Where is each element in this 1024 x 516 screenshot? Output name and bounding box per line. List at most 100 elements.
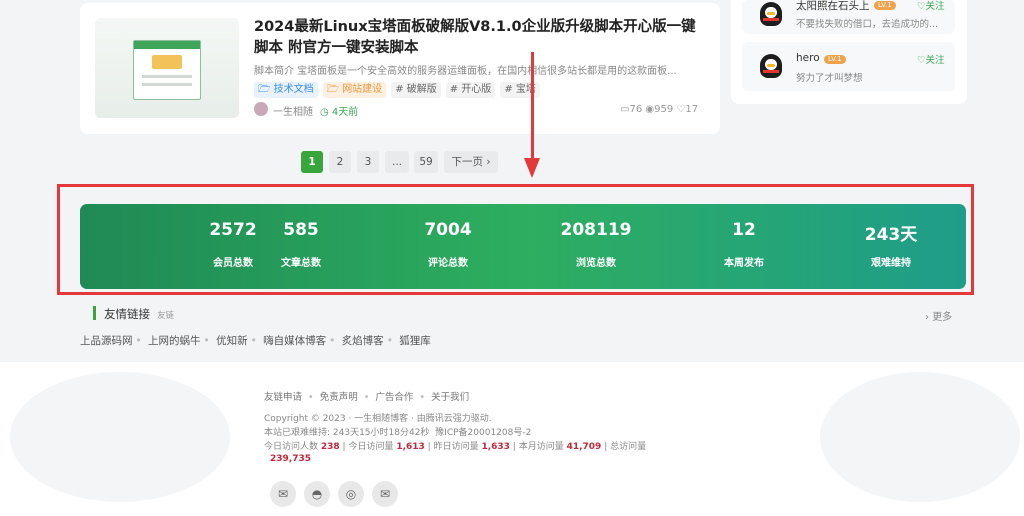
tag-label: 技术文档: [273, 84, 314, 95]
avatar-beak: [767, 12, 775, 15]
user-avatar[interactable]: [760, 2, 782, 26]
separator: •: [203, 335, 210, 347]
uptime-text: 本站已艰难维持: 243天15小时18分42秒: [264, 428, 430, 438]
footer-decoration: [10, 372, 230, 502]
more-label: 更多: [932, 312, 953, 323]
author-name[interactable]: 一生相随: [273, 103, 313, 118]
footer-link[interactable]: 关于我们: [431, 392, 469, 403]
page-2[interactable]: 2: [329, 151, 351, 173]
visit-label: 本月访问量: [518, 442, 564, 452]
separator: •: [250, 335, 257, 347]
follow-button[interactable]: ♡关注: [917, 52, 945, 66]
post-tags: 🗁 技术文档 🗁 网站建设 # 破解版 # 开心版 # 宝塔: [254, 82, 540, 98]
post-time-text: 4天前: [331, 107, 359, 118]
avatar-scarf: [763, 70, 779, 73]
thumbnail-logo: [152, 55, 182, 69]
tag-happy[interactable]: # 开心版: [445, 82, 496, 98]
follow-label: 关注: [925, 55, 945, 66]
footer-decoration: [820, 372, 1020, 502]
avatar-scarf: [763, 18, 779, 21]
footer-link[interactable]: 免责声明: [320, 392, 358, 403]
section-marker: [93, 306, 96, 320]
separator: •: [419, 392, 426, 403]
tag-tech-docs[interactable]: 🗁 技术文档: [254, 82, 318, 98]
separator: •: [308, 392, 314, 403]
follow-label: 关注: [925, 1, 945, 12]
next-page-label: 下一页: [451, 156, 483, 168]
friend-link[interactable]: 上品源码网: [80, 335, 133, 347]
friend-links-subtitle: 友链: [157, 311, 175, 321]
post-stats: ▭76 ◉959 ♡17: [620, 104, 698, 115]
visit-value: 238: [320, 442, 340, 452]
thumbnail-dialog-header: [134, 41, 200, 49]
footer-link[interactable]: 广告合作: [375, 392, 413, 403]
next-page-button[interactable]: 下一页 ›: [444, 151, 498, 173]
view-icon: ◉: [645, 104, 655, 115]
footer-link[interactable]: 友链申请: [264, 392, 302, 403]
annotation-arrow-head: [524, 158, 540, 178]
separator: •: [363, 392, 370, 403]
weibo-icon[interactable]: ◎: [338, 481, 364, 507]
visit-value: 239,735: [270, 454, 311, 464]
footer-links: 友链申请 • 免责声明 • 广告合作 • 关于我们: [264, 389, 469, 403]
visit-value: 1,633: [481, 442, 510, 452]
mail-icon[interactable]: ✉: [372, 481, 398, 507]
user-desc: 努力了才叫梦想: [796, 73, 863, 84]
annotation-arrow-line: [531, 52, 534, 162]
annotation-highlight-box: [57, 184, 974, 295]
thumbnail-line: [142, 83, 192, 86]
friend-link[interactable]: 优知新: [216, 335, 248, 347]
wechat-icon[interactable]: ✉: [270, 481, 296, 507]
comment-count: 76: [629, 104, 643, 115]
tag-cracked[interactable]: # 破解版: [391, 82, 441, 98]
user-desc: 不要找失败的借口，去追成功的...: [796, 19, 939, 30]
separator: •: [386, 335, 393, 347]
visit-value: 1,613: [396, 442, 425, 452]
post-title[interactable]: 2024最新Linux宝塔面板破解版V8.1.0企业版升级脚本开心版一键脚本 附…: [254, 17, 706, 59]
icp-link[interactable]: 豫ICP备20001208号-2: [435, 428, 531, 438]
visit-label: 今日访问人数: [264, 442, 319, 452]
qq-icon[interactable]: ◓: [304, 481, 330, 507]
level-badge: LV.1: [824, 55, 846, 64]
chevron-right-icon: ›: [486, 156, 491, 168]
author-avatar[interactable]: [254, 102, 268, 116]
post-excerpt: 脚本简介 宝塔面板是一个安全高效的服务器运维面板，在国内相信很多站长都是用的这款…: [254, 66, 677, 77]
avatar-beak: [767, 64, 775, 67]
page-1[interactable]: 1: [301, 151, 323, 173]
tag-website[interactable]: 🗁 网站建设: [322, 82, 387, 98]
like-icon: ♡: [676, 104, 686, 115]
separator: •: [135, 335, 142, 347]
thumbnail-line: [142, 75, 192, 78]
friend-links-list: 上品源码网 • 上网的蜗牛 • 优知新 • 嗨自媒体博客 • 炙焰博客 • 狐狸库: [80, 333, 431, 348]
chevron-right-icon: ›: [925, 312, 929, 323]
page-ellipsis: ...: [385, 151, 409, 173]
more-link[interactable]: › 更多: [925, 308, 952, 323]
user-name[interactable]: 太阳照在石头上: [796, 0, 870, 13]
thumbnail-dialog: [133, 40, 201, 100]
friend-links-title: 友情链接: [104, 307, 150, 321]
visit-stats: 今日访问人数 238 | 今日访问量 1,613 | 昨日访问量 1,633 |…: [264, 442, 647, 452]
friend-link[interactable]: 上网的蜗牛: [148, 335, 201, 347]
follow-button[interactable]: ♡关注: [917, 0, 945, 12]
page-59[interactable]: 59: [414, 151, 438, 173]
visit-label: 昨日访问量: [433, 442, 479, 452]
separator: •: [329, 335, 336, 347]
friend-link[interactable]: 狐狸库: [399, 335, 431, 347]
like-count: 17: [685, 104, 699, 115]
tag-label: 网站建设: [342, 84, 383, 95]
friend-link[interactable]: 炙焰博客: [342, 335, 384, 347]
uptime-line: 本站已艰难维持: 243天15小时18分42秒 豫ICP备20001208号-2: [264, 425, 531, 438]
visit-total: 239,735: [270, 454, 311, 464]
user-name[interactable]: hero: [796, 52, 820, 64]
visit-label: 今日访问量: [348, 442, 394, 452]
copyright: Copyright © 2023 · 一生相随博客 · 由腾讯云强力驱动.: [264, 414, 492, 424]
post-time: ◷ 4天前: [320, 107, 359, 118]
user-avatar[interactable]: [760, 54, 782, 78]
friend-link[interactable]: 嗨自媒体博客: [263, 335, 326, 347]
visit-label: 总访问量: [610, 442, 647, 452]
page-3[interactable]: 3: [357, 151, 379, 173]
visit-value: 41,709: [566, 442, 602, 452]
level-badge: LV.1: [874, 1, 896, 10]
post-thumbnail[interactable]: [95, 18, 239, 118]
view-count: 959: [654, 104, 674, 115]
